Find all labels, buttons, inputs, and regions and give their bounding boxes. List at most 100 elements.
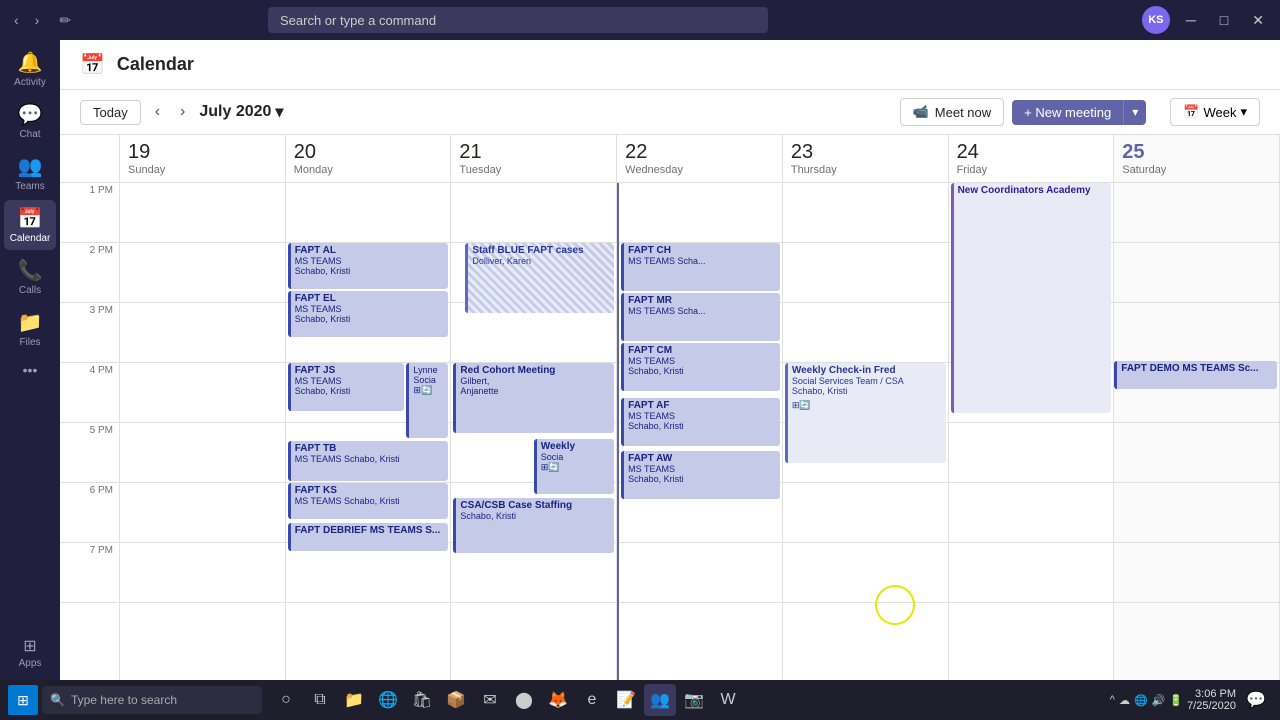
day-name-thu: Thursday [791, 164, 940, 176]
day-cell [1114, 543, 1279, 603]
taskbar-icon-teams[interactable]: 👥 [644, 684, 676, 716]
sidebar-item-calendar[interactable]: 📅 Calendar [4, 200, 56, 250]
network-icon: 🌐 [1134, 694, 1148, 707]
new-meeting-button[interactable]: + New meeting [1012, 100, 1123, 125]
day-num-sat: 25 [1122, 141, 1271, 164]
event-weekly-check[interactable]: Weekly Check-in Fred Social Services Tea… [785, 363, 946, 463]
event-fapt-mr[interactable]: FAPT MR MS TEAMS Scha... [621, 293, 780, 341]
taskbar-icon-files[interactable]: 📁 [338, 684, 370, 716]
event-staff-blue[interactable]: Staff BLUE FAPT cases Dolliver, Karen [465, 243, 614, 313]
activity-icon: 🔔 [18, 50, 43, 75]
onedrive-icon: ☁ [1119, 694, 1130, 707]
event-fapt-ch[interactable]: FAPT CH MS TEAMS Scha... [621, 243, 780, 291]
avatar[interactable]: KS [1142, 6, 1170, 34]
taskbar-search[interactable]: 🔍 Type here to search [42, 686, 262, 714]
event-fapt-demo[interactable]: FAPT DEMO MS TEAMS Sc... [1114, 361, 1277, 389]
day-col-sat: FAPT DEMO MS TEAMS Sc... [1114, 183, 1280, 720]
event-red-cohort[interactable]: Red Cohort Meeting Gilbert, Anjanette [453, 363, 614, 433]
sidebar-label-files: Files [19, 337, 40, 348]
day-num-sun: 19 [128, 141, 277, 164]
compose-icon[interactable]: ✏ [53, 10, 77, 31]
taskbar-time[interactable]: 3:06 PM 7/25/2020 [1187, 688, 1236, 712]
maximize-button[interactable]: □ [1212, 10, 1236, 30]
event-new-coord[interactable]: New Coordinators Academy [951, 183, 1112, 413]
next-week-button[interactable]: › [174, 101, 191, 123]
sidebar-item-more[interactable]: ••• [4, 356, 56, 384]
event-fapt-af[interactable]: FAPT AF MS TEAMS Schabo, Kristi [621, 398, 780, 446]
taskbar-icon-cortana[interactable]: ○ [270, 684, 302, 716]
month-text: July 2020 [199, 103, 271, 121]
taskbar-icon-edge[interactable]: 🌐 [372, 684, 404, 716]
time-slot-2pm: 2 PM [60, 243, 119, 303]
taskbar-icon-dropbox[interactable]: 📦 [440, 684, 472, 716]
minimize-button[interactable]: ─ [1178, 10, 1204, 30]
sidebar-item-files[interactable]: 📁 Files [4, 304, 56, 354]
taskbar-search-placeholder: Type here to search [71, 693, 177, 707]
sidebar-label-apps: Apps [19, 658, 42, 669]
sidebar-label-calendar: Calendar [10, 233, 51, 244]
day-cell [783, 543, 948, 603]
titlebar-right: KS ─ □ ✕ [1142, 6, 1272, 34]
day-cell [783, 183, 948, 243]
taskbar-icon-camera[interactable]: 📷 [678, 684, 710, 716]
month-label[interactable]: July 2020 ▾ [199, 102, 283, 122]
event-lynne-socia[interactable]: Lynne Socia ⊞🔄 [406, 363, 448, 438]
day-header-wed: 22 Wednesday [617, 135, 783, 182]
forward-button[interactable]: › [29, 10, 46, 30]
calendar-icon: 📅 [18, 206, 43, 231]
start-button[interactable]: ⊞ [8, 685, 38, 715]
week-view-button[interactable]: 📅 Week ▾ [1170, 98, 1260, 126]
time-column: 1 PM 2 PM 3 PM 4 PM 5 PM 6 PM 7 PM [60, 183, 120, 720]
event-fapt-tb[interactable]: FAPT TB MS TEAMS Schabo, Kristi [288, 441, 449, 481]
taskbar-icon-firefox[interactable]: 🦊 [542, 684, 574, 716]
time-slot-4pm: 4 PM [60, 363, 119, 423]
taskbar-icon-store[interactable]: 🛍 [406, 684, 438, 716]
event-fapt-ks[interactable]: FAPT KS MS TEAMS Schabo, Kristi [288, 483, 449, 519]
today-button[interactable]: Today [80, 100, 141, 125]
taskbar-icon-sticky[interactable]: 📝 [610, 684, 642, 716]
back-button[interactable]: ‹ [8, 10, 25, 30]
taskbar-icon-mail[interactable]: ✉ [474, 684, 506, 716]
event-fapt-cm[interactable]: FAPT CM MS TEAMS Schabo, Kristi [621, 343, 780, 391]
calendar-header-icon: 📅 [80, 52, 105, 77]
titlebar-nav: ‹ › [8, 10, 45, 30]
calendar-toolbar: Today ‹ › July 2020 ▾ 📹 Meet now + New m… [60, 90, 1280, 135]
sidebar: 🔔 Activity 💬 Chat 👥 Teams 📅 Calendar 📞 C… [0, 40, 60, 720]
event-fapt-aw[interactable]: FAPT AW MS TEAMS Schabo, Kristi [621, 451, 780, 499]
sidebar-item-chat[interactable]: 💬 Chat [4, 96, 56, 146]
calendar-header: 📅 Calendar [60, 40, 1280, 90]
event-fapt-el[interactable]: FAPT EL MS TEAMS Schabo, Kristi [288, 291, 449, 337]
sidebar-item-activity[interactable]: 🔔 Activity [4, 44, 56, 94]
sidebar-label-calls: Calls [19, 285, 41, 296]
notification-button[interactable]: 💬 [1240, 684, 1272, 716]
taskbar-icon-chrome[interactable]: ⬤ [508, 684, 540, 716]
day-cell [1114, 303, 1279, 363]
new-meeting-dropdown-button[interactable]: ▾ [1123, 100, 1146, 125]
event-weekly-tu[interactable]: Weekly Socia ⊞🔄 [534, 439, 614, 494]
event-fapt-al[interactable]: FAPT AL MS TEAMS Schabo, Kristi [288, 243, 449, 289]
calendar-grid: 19 Sunday 20 Monday 21 Tuesday 22 Wednes… [60, 135, 1280, 720]
sidebar-item-teams[interactable]: 👥 Teams [4, 148, 56, 198]
event-csa-csb[interactable]: CSA/CSB Case Staffing Schabo, Kristi [453, 498, 614, 553]
content-area: 📅 Calendar Today ‹ › July 2020 ▾ 📹 Meet … [60, 40, 1280, 720]
taskbar-icons: ○ ⧉ 📁 🌐 🛍 📦 ✉ ⬤ 🦊 e 📝 👥 📷 W [270, 684, 744, 716]
chevron-icon[interactable]: ^ [1110, 694, 1115, 706]
close-button[interactable]: ✕ [1244, 10, 1272, 31]
meet-now-button[interactable]: 📹 Meet now [900, 98, 1005, 126]
more-icon: ••• [23, 362, 38, 378]
time-slot-1pm: 1 PM [60, 183, 119, 243]
sidebar-item-calls[interactable]: 📞 Calls [4, 252, 56, 302]
event-fapt-js[interactable]: FAPT JS MS TEAMS Schabo, Kristi [288, 363, 405, 411]
taskbar-icon-ie[interactable]: e [576, 684, 608, 716]
taskbar-icon-taskview[interactable]: ⧉ [304, 684, 336, 716]
day-col-thu: Weekly Check-in Fred Social Services Tea… [783, 183, 949, 720]
day-header-sun: 19 Sunday [120, 135, 286, 182]
prev-week-button[interactable]: ‹ [149, 101, 166, 123]
day-header-sat: 25 Saturday [1114, 135, 1280, 182]
sidebar-item-apps[interactable]: ⊞ Apps [4, 630, 56, 675]
day-cell [120, 363, 285, 423]
taskbar-icon-word[interactable]: W [712, 684, 744, 716]
event-fapt-debrief[interactable]: FAPT DEBRIEF MS TEAMS S... [288, 523, 449, 551]
search-bar[interactable]: Search or type a command [268, 7, 768, 33]
day-col-mon: FAPT AL MS TEAMS Schabo, Kristi FAPT EL … [286, 183, 452, 720]
